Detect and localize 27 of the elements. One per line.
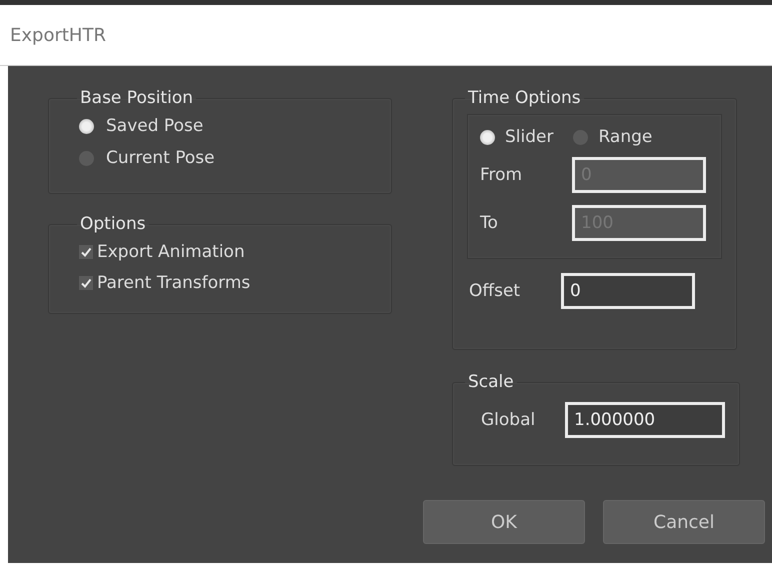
field-label: From [480, 165, 524, 185]
radio-label: Current Pose [106, 148, 215, 168]
dialog-button[interactable]: Cancel [603, 500, 765, 544]
group-title: Time Options [467, 88, 582, 108]
radio-label: Range [598, 127, 652, 147]
radio-icon[interactable] [480, 130, 495, 144]
radio-option[interactable]: Current Pose [79, 142, 381, 174]
input-field[interactable]: 1.000000 [565, 402, 725, 438]
checkbox-label: Parent Transforms [97, 272, 250, 292]
checkbox[interactable] [79, 244, 93, 258]
checkmark-icon [80, 276, 92, 288]
checkmark-icon [80, 246, 92, 258]
radio-label: Saved Pose [106, 116, 204, 136]
radio-label: Slider [505, 127, 554, 147]
field-label: Offset [469, 281, 522, 301]
window-title: ExportHTR [10, 24, 106, 46]
input-field[interactable]: 0 [561, 273, 695, 309]
checkbox-label: Export Animation [97, 242, 245, 262]
group-title: Base Position [79, 88, 194, 108]
field-label: To [480, 213, 499, 233]
group-title: Options [79, 214, 147, 234]
field-label: Global [480, 410, 536, 430]
group-title: Scale [467, 372, 515, 392]
radio-icon[interactable] [79, 118, 94, 134]
radio-option[interactable]: Saved Pose [79, 110, 381, 142]
dialog-button[interactable]: OK [423, 500, 585, 544]
checkbox[interactable] [79, 276, 93, 290]
